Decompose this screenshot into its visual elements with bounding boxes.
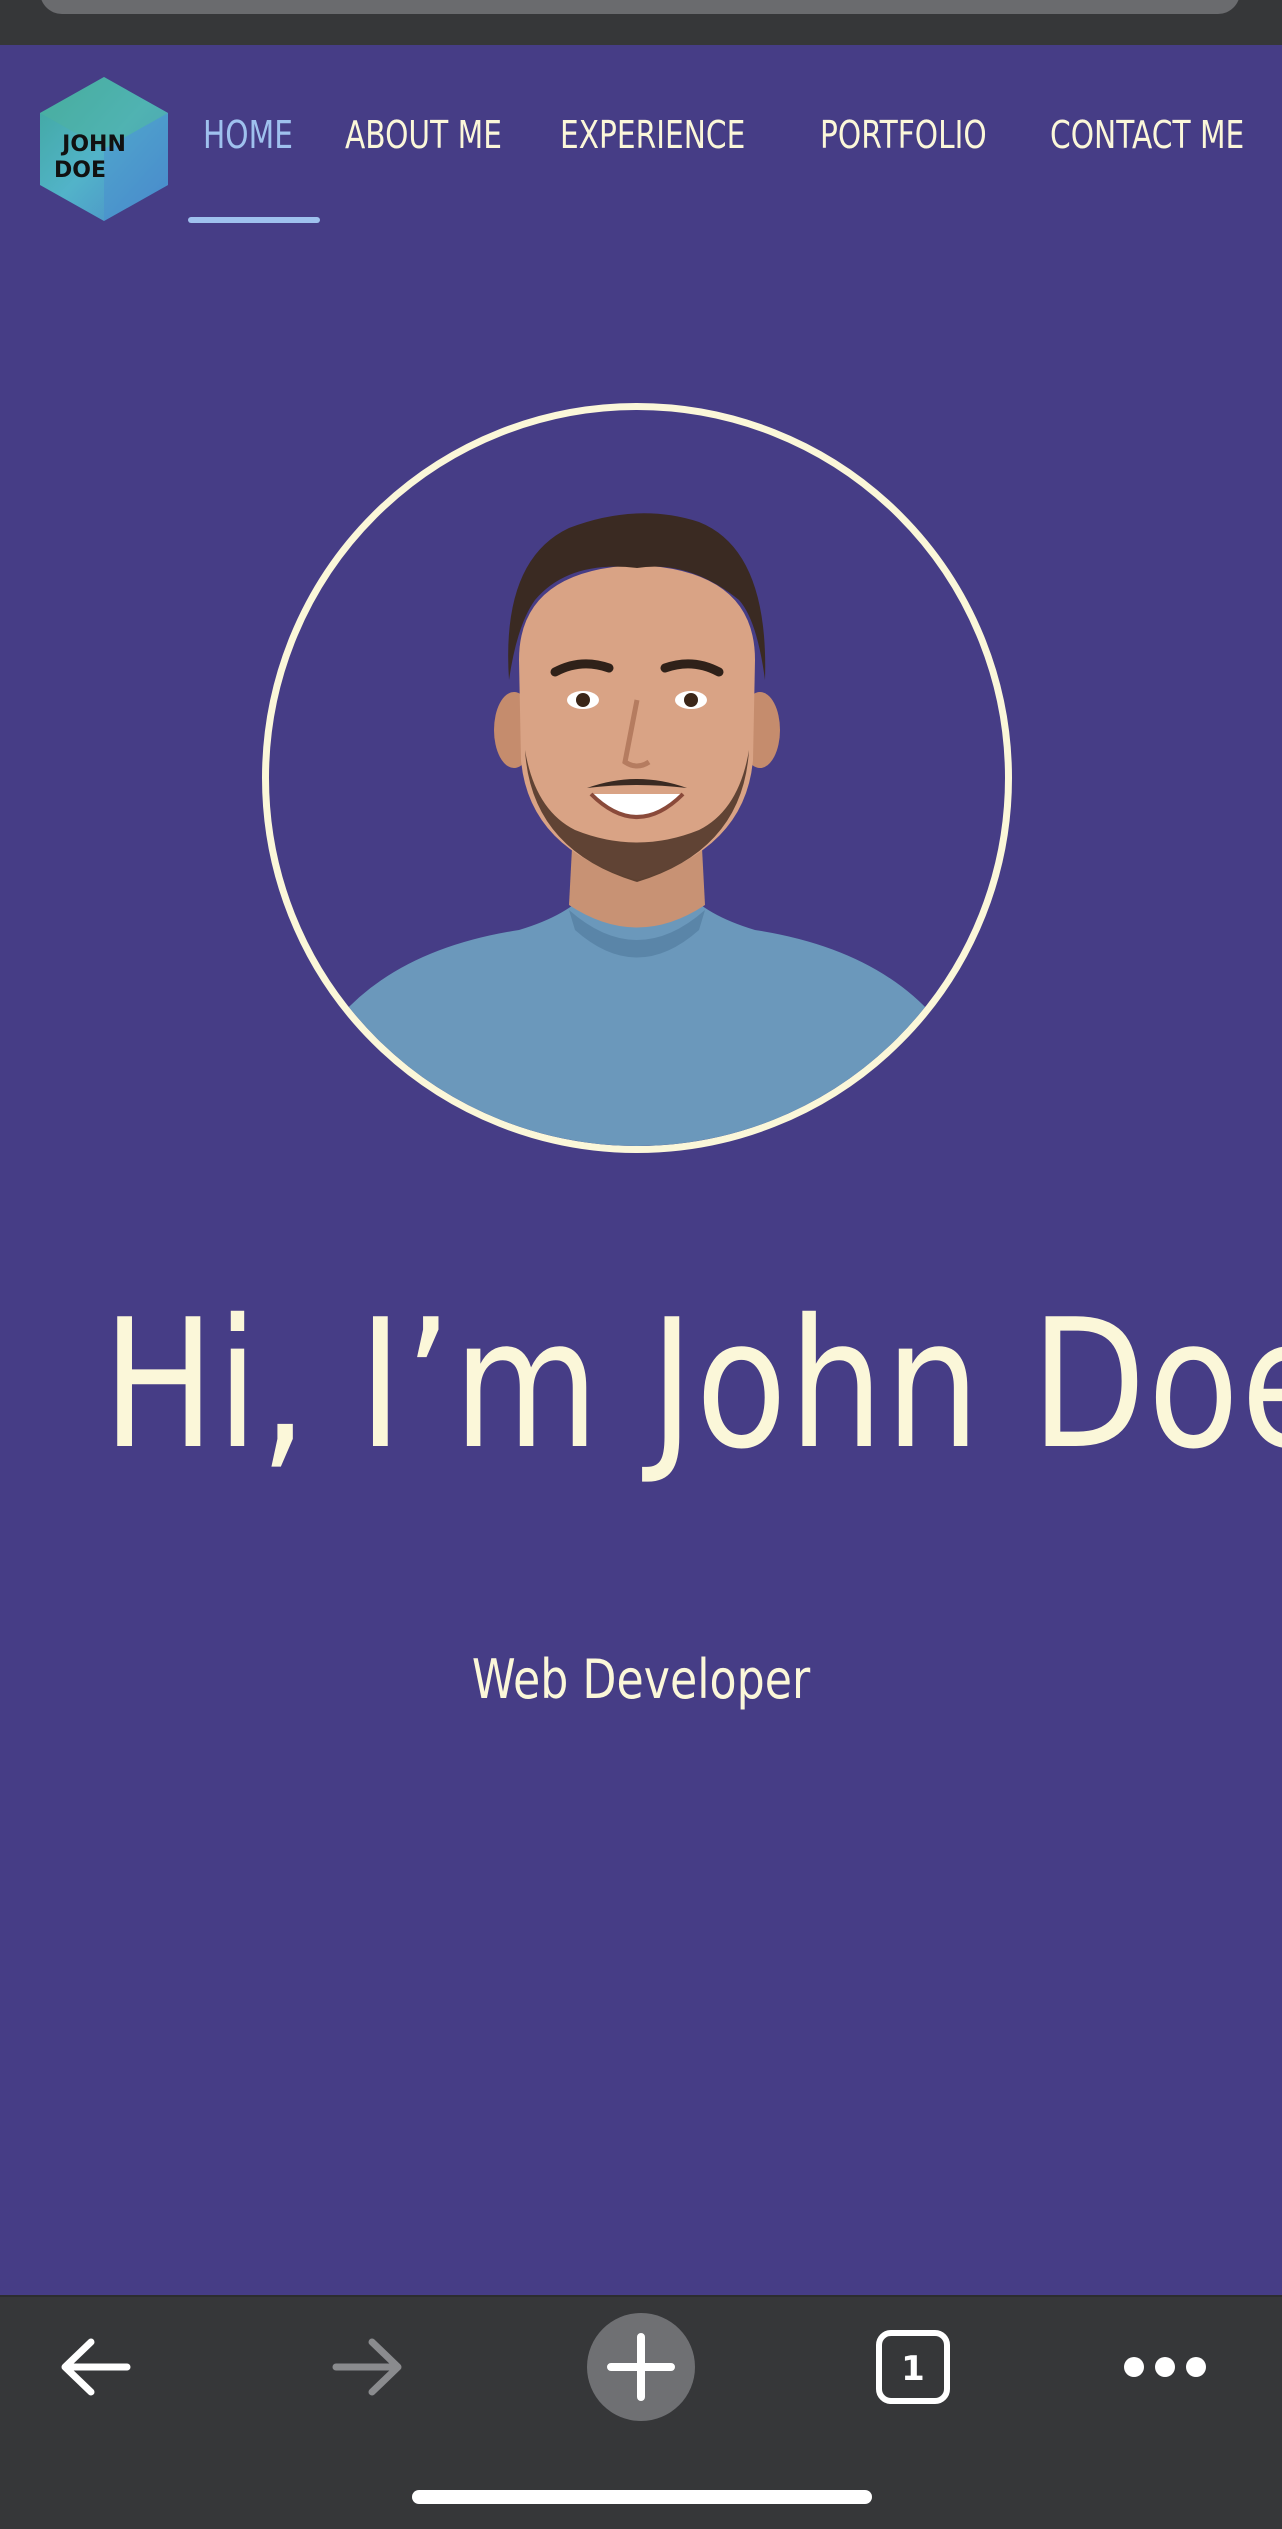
back-icon [61, 2338, 131, 2396]
forward-icon [332, 2338, 402, 2396]
new-tab-button[interactable] [571, 2297, 711, 2437]
more-icon [1124, 2357, 1206, 2377]
new-tab-icon [587, 2313, 695, 2421]
web-page: JOHN DOE HOME ABOUT ME EXPERIENCE PORTFO… [0, 45, 1282, 2295]
hero-subtitle: Web Developer [471, 1648, 811, 1711]
top-browser-chrome [0, 0, 1282, 45]
site-navbar: JOHN DOE HOME ABOUT ME EXPERIENCE PORTFO… [0, 45, 1282, 245]
tabs-icon: 1 [876, 2330, 950, 2404]
browser-window: JOHN DOE HOME ABOUT ME EXPERIENCE PORTFO… [0, 0, 1282, 2529]
address-bar[interactable] [40, 0, 1240, 14]
tab-count: 1 [901, 2349, 925, 2389]
nav-link-contact-me[interactable]: CONTACT ME [1050, 110, 1244, 180]
nav-menu: HOME ABOUT ME EXPERIENCE PORTFOLIO CONTA… [0, 110, 1282, 180]
hero-title: Hi, I’m John Doe [102, 1281, 1282, 1488]
person-portrait-icon [269, 513, 1005, 1146]
profile-photo [262, 403, 1012, 1153]
nav-link-home[interactable]: HOME [203, 110, 293, 180]
active-nav-underline [188, 217, 320, 223]
forward-button[interactable] [298, 2297, 438, 2437]
more-menu-button[interactable] [1095, 2297, 1235, 2437]
home-indicator[interactable] [412, 2490, 872, 2504]
tabs-button[interactable]: 1 [843, 2297, 983, 2437]
nav-link-about-me[interactable]: ABOUT ME [345, 110, 502, 180]
back-button[interactable] [25, 2297, 165, 2437]
nav-link-experience[interactable]: EXPERIENCE [560, 110, 745, 180]
nav-link-portfolio[interactable]: PORTFOLIO [820, 110, 987, 180]
